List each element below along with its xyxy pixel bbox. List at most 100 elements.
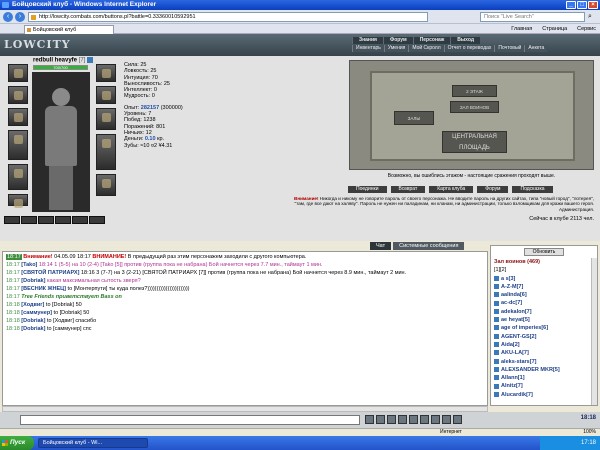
player-info-icon[interactable] (494, 300, 499, 306)
chat-log[interactable]: 18:17 Внимание! 04.05.09 18:17 ВНИМАНИЕ!… (2, 251, 488, 406)
player-info-icon[interactable] (494, 308, 499, 314)
player-info-icon[interactable] (494, 275, 499, 281)
start-button[interactable]: Пуск (0, 436, 34, 450)
player-item[interactable]: Aida[2] (491, 341, 597, 349)
player-name[interactable]: ac-dc[7] (501, 300, 522, 306)
player-item[interactable]: ae heyat[5] (491, 316, 597, 324)
player-info-icon[interactable] (494, 292, 499, 298)
page-menu[interactable]: Страница (542, 25, 567, 33)
player-name[interactable]: Alnitz[7] (501, 383, 523, 389)
taskbar-item-browser[interactable]: Бойцовский клуб - Wi... (38, 438, 148, 448)
page-links[interactable]: [1][2] (491, 266, 597, 274)
back-arrow-icon[interactable]: ‹ (3, 12, 13, 22)
ring-slot-icon[interactable] (21, 216, 37, 224)
player-item[interactable]: Alucardik[7] (491, 391, 597, 399)
player-info-icon[interactable] (494, 342, 499, 348)
player-info-icon[interactable] (494, 317, 499, 323)
player-item[interactable]: AKU-LA[7] (491, 349, 597, 357)
player-name[interactable]: aalinda[6] (501, 292, 527, 298)
translit-icon[interactable] (398, 415, 407, 424)
player-name[interactable]: ae heyat[5] (501, 317, 530, 323)
info-icon[interactable] (87, 57, 94, 63)
player-item[interactable]: Alnitz[7] (491, 382, 597, 390)
player-name[interactable]: aleks-stars[7] (501, 359, 536, 365)
refresh-button[interactable]: Обновить (524, 248, 564, 256)
player-name[interactable]: A-Z-M[7] (501, 284, 523, 290)
player-item[interactable]: adekalon[7] (491, 308, 597, 316)
maximize-button[interactable]: □ (577, 1, 587, 9)
search-input[interactable]: Поиск "Live Search" (480, 12, 585, 22)
forum-button[interactable]: Форум (477, 186, 509, 193)
fights-button[interactable]: Поединки (348, 186, 387, 193)
hint-button[interactable]: Подсказка (512, 186, 553, 193)
player-name[interactable]: adekalon[7] (501, 309, 532, 315)
home-button[interactable]: Главная (511, 25, 532, 33)
location-map[interactable]: 2 ЭТАЖ ЗАЛ ВОИНОВ ЗАЛЫ ЦЕНТРАЛЬНАЯ ПЛОЩА… (349, 60, 594, 170)
nav-scroll[interactable]: Мой Скролл (408, 45, 444, 52)
ring-slot-icon[interactable] (38, 216, 54, 224)
amulet-slot-icon[interactable] (96, 64, 116, 82)
weapon-slot-icon[interactable] (8, 108, 28, 126)
player-item[interactable]: AGENT-GS[2] (491, 333, 597, 341)
service-menu[interactable]: Сервис (577, 25, 596, 33)
zoom-level[interactable]: 100% (583, 429, 596, 436)
ring-slot-icon[interactable] (72, 216, 88, 224)
search-icon[interactable]: ⌕ (588, 13, 592, 21)
boots-slot-icon[interactable] (96, 174, 116, 196)
helmet-slot-icon[interactable] (8, 64, 28, 82)
ring-slot-icon[interactable] (55, 216, 71, 224)
nav-profile[interactable]: Анкета (524, 45, 548, 52)
player-name[interactable]: AGENT-GS[2] (501, 334, 536, 340)
player-item[interactable]: aalinda[6] (491, 291, 597, 299)
nav-knowledge[interactable]: Знания (352, 37, 383, 44)
player-item[interactable]: ac-dc[7] (491, 299, 597, 307)
ring-slot-icon[interactable] (89, 216, 105, 224)
player-item[interactable]: A-Z-M[7] (491, 283, 597, 291)
player-info-icon[interactable] (494, 283, 499, 289)
tab-system-messages[interactable]: Системные сообщения (393, 242, 465, 250)
room-warriors-hall[interactable]: ЗАЛ ВОИНОВ (450, 101, 499, 113)
player-name[interactable]: Aida[2] (501, 342, 520, 348)
player-item[interactable]: a s[3] (491, 275, 597, 283)
forward-arrow-icon[interactable]: › (15, 12, 25, 22)
tab-chat[interactable]: Чат (370, 242, 392, 250)
scrollbar[interactable] (591, 258, 597, 405)
nav-skills[interactable]: Умения (383, 45, 409, 52)
settings-icon[interactable] (420, 415, 429, 424)
sound-icon[interactable] (409, 415, 418, 424)
nav-mail[interactable]: Почтовый (494, 45, 525, 52)
player-name[interactable]: Allann[1] (501, 375, 525, 381)
book-icon[interactable] (453, 415, 462, 424)
nav-forum[interactable]: Форум (382, 37, 413, 44)
player-info-icon[interactable] (494, 375, 499, 381)
chat-input[interactable] (20, 415, 360, 425)
player-item[interactable]: aleks-stars[7] (491, 358, 597, 366)
belt-slot-icon[interactable] (8, 194, 28, 208)
close-button[interactable]: × (588, 1, 598, 9)
sword-slot-icon[interactable] (8, 130, 28, 160)
player-info-icon[interactable] (494, 325, 499, 331)
player-name[interactable]: AKU-LA[7] (501, 350, 529, 356)
pants-slot-icon[interactable] (96, 134, 116, 170)
nav-exit[interactable]: Выход (450, 37, 480, 44)
room-halls[interactable]: ЗАЛЫ (394, 111, 434, 125)
player-info-icon[interactable] (494, 358, 499, 364)
player-info-icon[interactable] (494, 391, 499, 397)
filter-icon[interactable] (376, 415, 385, 424)
player-info-icon[interactable] (494, 350, 499, 356)
hands-icon[interactable] (442, 415, 451, 424)
ring-slot-icon[interactable] (4, 216, 20, 224)
gloves-slot-icon[interactable] (96, 86, 116, 104)
player-info-icon[interactable] (494, 383, 499, 389)
bracers-slot-icon[interactable] (8, 86, 28, 104)
tab-fight-club[interactable]: Бойцовский клуб (24, 25, 114, 34)
room-central-square[interactable]: ЦЕНТРАЛЬНАЯ ПЛОЩАДЬ (442, 131, 507, 153)
nav-transfers[interactable]: Отчет о переводах (443, 45, 495, 52)
player-name[interactable]: ALEXSANDER MKR[5] (501, 367, 560, 373)
url-input[interactable]: http://lowcity.combats.com/buttons.pl?ba… (28, 12, 428, 22)
nav-character[interactable]: Персонаж (412, 37, 451, 44)
player-info-icon[interactable] (494, 333, 499, 339)
player-info-icon[interactable] (494, 366, 499, 372)
player-item[interactable]: age of imperies[6] (491, 324, 597, 332)
player-item[interactable]: ALEXSANDER MKR[5] (491, 366, 597, 374)
